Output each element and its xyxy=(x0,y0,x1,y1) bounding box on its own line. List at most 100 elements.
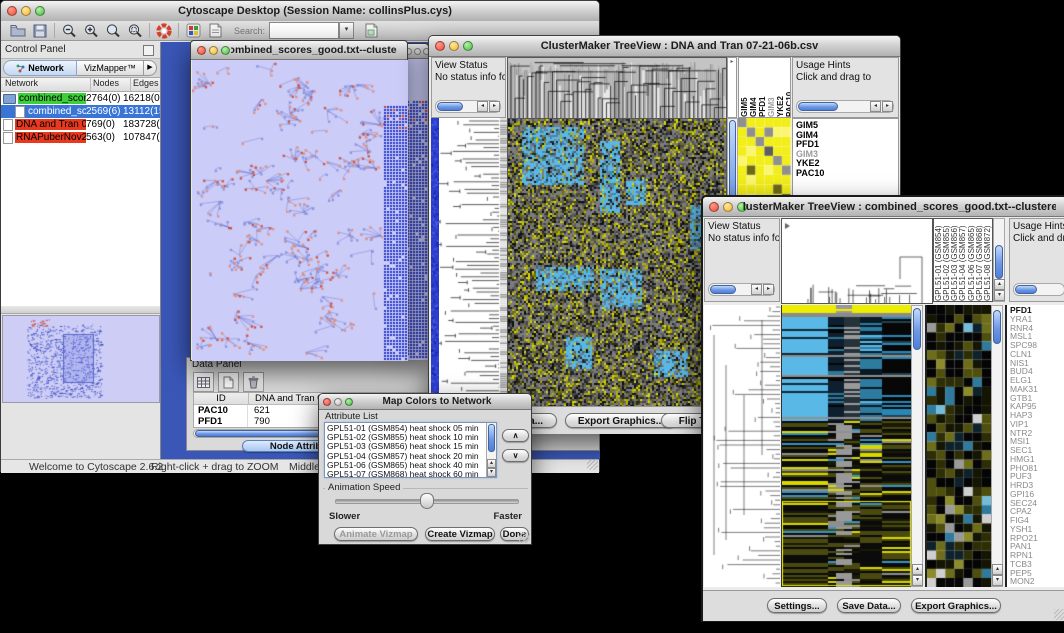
zoom-window-icon[interactable] xyxy=(345,398,353,406)
attribute-list-scrollbar[interactable]: ▴ ▾ xyxy=(486,423,496,477)
minimize-icon[interactable] xyxy=(21,6,31,16)
move-up-button[interactable]: ∧ xyxy=(502,429,529,442)
scroll-down-icon[interactable]: ▾ xyxy=(912,575,923,586)
tv2-heatmap-canvas[interactable] xyxy=(781,305,911,587)
save-icon[interactable] xyxy=(29,22,51,40)
zoom-out-icon[interactable] xyxy=(58,22,80,40)
annotation-icon[interactable] xyxy=(204,22,226,40)
tv1-row-dendrogram-canvas[interactable] xyxy=(439,118,507,406)
select-attributes-icon[interactable] xyxy=(193,372,214,392)
panel-divider[interactable] xyxy=(1,306,160,314)
treeview2-title-bar[interactable]: ClusterMaker TreeView : combined_scores_… xyxy=(703,197,1064,217)
minimize-icon[interactable] xyxy=(414,48,421,55)
network-list-item[interactable]: DNA and Tran 07769(0)183728(0) xyxy=(1,118,160,131)
open-icon[interactable] xyxy=(7,22,29,40)
attribute-list-item[interactable]: GPL51-07 (GSM868) heat shock 60 min xyxy=(327,470,496,478)
network-view-title-bar[interactable]: combined_scores_good.txt--cluste... xyxy=(191,41,407,60)
close-icon[interactable] xyxy=(709,202,719,212)
speed-slider-thumb[interactable] xyxy=(420,493,434,509)
vizmapper-icon[interactable] xyxy=(182,22,204,40)
tab-network[interactable]: Network xyxy=(3,60,77,76)
network-overview-canvas[interactable] xyxy=(2,315,160,403)
tv1-hints-scrollbar[interactable]: ◂ ▸ xyxy=(796,100,894,113)
settings-button[interactable]: Settings... xyxy=(767,598,827,613)
scroll-right-icon[interactable]: ▸ xyxy=(489,101,500,112)
create-vizmap-button[interactable]: Create Vizmap xyxy=(425,527,495,541)
search-dropdown-icon[interactable]: ▾ xyxy=(339,22,354,39)
close-icon[interactable] xyxy=(197,46,206,55)
tv1-usage-hints-panel: Usage Hints Click and drag to ◂ ▸ xyxy=(792,57,899,118)
tv1-zoom-heatmap-canvas[interactable] xyxy=(738,118,791,204)
tv1-column-labels: GIM5GIM4PFD1GIM3YKE2PAC10 xyxy=(738,57,791,118)
close-icon[interactable] xyxy=(7,6,17,16)
scroll-down-icon[interactable]: ▾ xyxy=(994,290,1005,301)
tv1-column-dendrogram-canvas[interactable] xyxy=(507,57,727,120)
resize-grip[interactable] xyxy=(519,532,530,543)
new-attribute-icon[interactable] xyxy=(218,372,239,392)
tv2-zoom-scrollbar[interactable]: ▴ ▾ xyxy=(991,305,1003,587)
export-graphics-button[interactable]: Export Graphics... xyxy=(911,598,1001,613)
tv2-labels-scrollbar[interactable]: ▴ ▾ xyxy=(993,218,1005,302)
tv1-heatmap-canvas[interactable] xyxy=(507,118,727,408)
search-input[interactable] xyxy=(269,22,339,39)
tv2-row-dendrogram-canvas[interactable] xyxy=(704,305,780,587)
minimize-icon[interactable] xyxy=(334,398,342,406)
gene-label[interactable]: MON2 xyxy=(1010,577,1064,586)
scroll-up-icon[interactable]: ▴ xyxy=(912,564,923,575)
scroll-left-icon[interactable]: ◂ xyxy=(477,101,488,112)
scroll-right-icon[interactable]: ▸ xyxy=(763,284,774,295)
tv2-column-dendrogram-canvas[interactable] xyxy=(781,218,933,304)
close-icon[interactable] xyxy=(435,41,445,51)
tv2-zoom-heatmap-canvas[interactable] xyxy=(925,305,991,587)
control-panel: Control Panel Network VizMapper™ ▶ Netwo… xyxy=(1,42,161,459)
tab-vizmapper[interactable]: VizMapper™ xyxy=(77,60,144,76)
scroll-up-icon[interactable]: ▴ xyxy=(487,459,496,468)
tv1-usage-hints-title: Usage Hints xyxy=(796,60,898,72)
tab-overflow-button[interactable]: ▶ xyxy=(144,60,157,76)
help-lifesaver-icon[interactable] xyxy=(153,22,175,40)
attribute-listbox[interactable]: GPL51-01 (GSM854) heat shock 05 minGPL51… xyxy=(324,422,497,478)
float-panel-icon[interactable] xyxy=(143,45,154,56)
minimize-icon[interactable] xyxy=(449,41,459,51)
tv2-usage-hints-text: Click and drag to xyxy=(1013,233,1064,245)
close-icon[interactable] xyxy=(323,398,331,406)
import-table-icon[interactable] xyxy=(360,22,382,40)
scroll-down-icon[interactable]: ▾ xyxy=(487,468,496,477)
tv2-hints-scrollbar[interactable] xyxy=(1013,283,1064,296)
network-view-canvas[interactable] xyxy=(192,60,408,361)
scroll-up-icon[interactable]: ▴ xyxy=(992,564,1003,575)
save-data-button[interactable]: Save Data... xyxy=(837,598,901,613)
dialog-title-bar[interactable]: Map Colors to Network xyxy=(319,394,531,410)
move-down-button[interactable]: ∨ xyxy=(502,449,529,462)
network-list-item[interactable]: combined_sco2569(6)13112(15) xyxy=(1,105,160,118)
zoom-window-icon[interactable] xyxy=(221,46,230,55)
minimize-icon[interactable] xyxy=(209,46,218,55)
scroll-right-icon[interactable]: ▸ xyxy=(882,101,893,112)
network-view-title: combined_scores_good.txt--cluste... xyxy=(231,41,397,59)
network-list-item[interactable]: RNAPuberNov2+563(0)107847(0) xyxy=(1,131,160,144)
tv1-status-scrollbar[interactable]: ◂ ▸ xyxy=(435,100,501,113)
network-glyph-icon xyxy=(16,64,25,73)
animate-vizmap-button[interactable]: Animate Vizmap xyxy=(334,527,418,541)
gene-label[interactable]: PAC10 xyxy=(796,169,898,179)
tv2-usage-hints-title: Usage Hints xyxy=(1013,221,1064,233)
resize-grip[interactable] xyxy=(587,459,598,470)
scroll-left-icon[interactable]: ◂ xyxy=(751,284,762,295)
tv2-column-label: GPL51-08 (GSM872) xyxy=(984,219,992,301)
tv2-status-scrollbar[interactable]: ◂ ▸ xyxy=(708,283,775,296)
delete-attribute-icon[interactable] xyxy=(243,372,264,392)
control-panel-tabs: Network VizMapper™ ▶ xyxy=(1,59,160,78)
minimize-icon[interactable] xyxy=(723,202,733,212)
network-list-item[interactable]: combined_scores2764(0)16218(0) xyxy=(1,92,160,105)
zoom-fit-icon[interactable] xyxy=(124,22,146,40)
scroll-left-icon[interactable]: ◂ xyxy=(870,101,881,112)
zoom-selected-icon[interactable] xyxy=(102,22,124,40)
scroll-down-icon[interactable]: ▾ xyxy=(992,575,1003,586)
tv1-column-label: GIM4 xyxy=(750,58,758,117)
treeview1-title-bar[interactable]: ClusterMaker TreeView : DNA and Tran 07-… xyxy=(429,36,900,57)
tv2-vscrollbar[interactable]: ▴ ▾ xyxy=(911,305,923,587)
scroll-up-icon[interactable]: ▴ xyxy=(994,279,1005,290)
resize-grip[interactable] xyxy=(1054,609,1064,620)
main-title-bar[interactable]: Cytoscape Desktop (Session Name: collins… xyxy=(1,1,599,22)
zoom-in-icon[interactable] xyxy=(80,22,102,40)
